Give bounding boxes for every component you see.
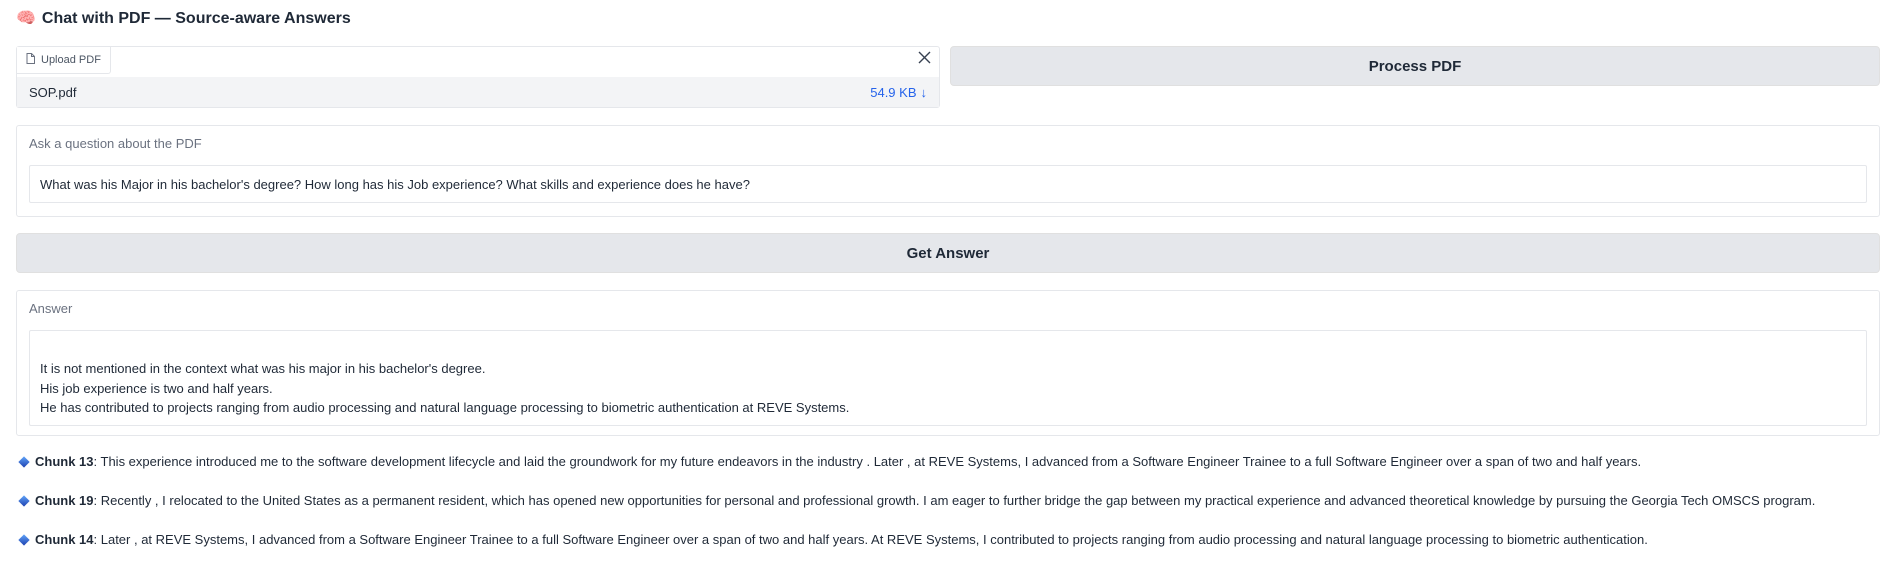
chunk-text: : Recently , I relocated to the United S…: [93, 493, 1816, 508]
page-title-text: Chat with PDF — Source-aware Answers: [41, 10, 351, 27]
question-label: Ask a question about the PDF: [29, 136, 202, 151]
answer-line: It is not mentioned in the context what …: [40, 361, 486, 376]
source-chunk: Chunk 14 : Later , at REVE Systems, I ad…: [18, 532, 1648, 547]
blue-diamond-icon: [18, 494, 30, 507]
answer-block: Answer It is not mentioned in the contex…: [16, 290, 1880, 436]
question-input[interactable]: [29, 165, 1867, 203]
chunk-text: : Later , at REVE Systems, I advanced fr…: [93, 532, 1648, 547]
chunk-label: Chunk 13: [35, 454, 94, 469]
question-block: Ask a question about the PDF: [16, 125, 1880, 217]
get-answer-button[interactable]: Get Answer: [16, 233, 1880, 273]
chunk-label: Chunk 19: [35, 493, 94, 508]
brain-icon: 🧠: [16, 10, 36, 27]
file-size: 54.9 KB: [870, 84, 917, 100]
source-chunk: Chunk 19 : Recently , I relocated to the…: [18, 493, 1815, 508]
answer-label: Answer: [29, 301, 73, 316]
chunk-label: Chunk 14: [35, 532, 94, 547]
upload-pdf-tab[interactable]: Upload PDF: [17, 47, 111, 74]
chunk-text: : This experience introduced me to the s…: [93, 454, 1642, 469]
blue-diamond-icon: [18, 455, 30, 468]
page-title: 🧠 Chat with PDF — Source-aware Answers: [16, 8, 351, 30]
process-pdf-button[interactable]: Process PDF: [950, 46, 1880, 86]
answer-line: He has contributed to projects ranging f…: [40, 400, 850, 415]
blue-diamond-icon: [18, 533, 30, 546]
answer-line: His job experience is two and half years…: [40, 380, 273, 396]
source-chunk: Chunk 13 : This experience introduced me…: [18, 454, 1641, 469]
answer-textbox[interactable]: It is not mentioned in the context what …: [29, 330, 1867, 426]
download-icon: ↓: [920, 84, 928, 100]
file-upload-panel[interactable]: Upload PDF SOP.pdf 54.9 KB ↓: [16, 46, 940, 108]
upload-pdf-label: Upload PDF: [41, 54, 101, 66]
clear-file-button[interactable]: [913, 49, 935, 71]
file-download-link[interactable]: 54.9 KB ↓: [870, 85, 927, 100]
uploaded-file-row: SOP.pdf 54.9 KB ↓: [17, 77, 939, 107]
file-icon: [26, 53, 35, 67]
file-name: SOP.pdf: [29, 84, 77, 100]
close-icon: [918, 51, 931, 69]
